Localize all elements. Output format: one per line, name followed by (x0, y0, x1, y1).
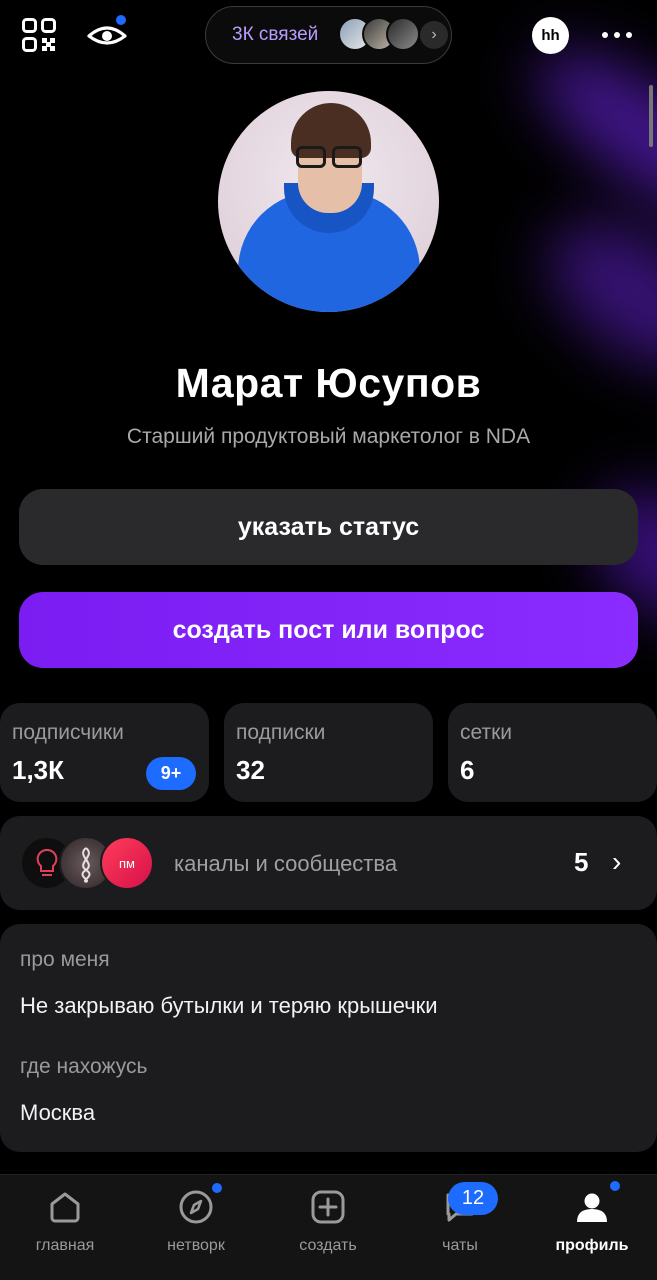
nav-home-label: главная (35, 1237, 95, 1254)
nav-network[interactable]: нетворк (141, 1183, 251, 1255)
networks-count: 6 (460, 755, 475, 785)
following-label: подписки (236, 721, 326, 744)
bottom-nav: главная нетворк создать 12 чаты профиль (0, 1174, 657, 1280)
location-heading: где нахожусь (20, 1055, 148, 1078)
qr-code-icon[interactable] (22, 18, 56, 52)
compass-icon (178, 1183, 222, 1225)
avatar-glasses (296, 146, 364, 170)
connections-text: 3К связей (232, 24, 319, 45)
nav-create-label: создать (299, 1237, 357, 1254)
channels-count: 5 (574, 847, 589, 877)
profile-avatar[interactable] (218, 91, 439, 312)
scrollbar[interactable] (649, 85, 653, 147)
nav-network-label: нетворк (167, 1237, 225, 1254)
home-icon (47, 1189, 83, 1225)
profile-icon (574, 1181, 620, 1225)
more-options-icon[interactable] (602, 28, 632, 42)
about-heading: про меня (20, 948, 110, 971)
notification-dot (116, 15, 126, 25)
top-bar: 3К связей › hh (0, 0, 657, 70)
channel-avatar-pm: пм (100, 836, 154, 890)
connections-pill[interactable]: 3К связей › (205, 6, 452, 64)
create-post-button[interactable]: создать пост или вопрос (19, 592, 638, 668)
nav-create[interactable]: создать (273, 1189, 383, 1255)
chevron-right-icon: › (420, 21, 448, 49)
chevron-right-icon: › (612, 846, 622, 877)
networks-label: сетки (460, 721, 513, 744)
profile-title: Старший продуктовый маркетолог в NDA (126, 425, 531, 448)
nav-chats[interactable]: 12 чаты (405, 1182, 515, 1255)
nav-profile[interactable]: профиль (537, 1181, 647, 1255)
nav-chats-label: чаты (442, 1237, 478, 1254)
following-count: 32 (236, 755, 265, 785)
networks-card[interactable]: сетки 6 (448, 703, 657, 802)
nav-home[interactable]: главная (10, 1189, 120, 1255)
avatar (386, 17, 420, 51)
channels-row[interactable]: пм каналы и сообщества 5 › (0, 816, 657, 910)
nav-profile-label: профиль (555, 1237, 629, 1254)
about-card: про меня Не закрываю бутылки и теряю кры… (0, 924, 657, 1152)
channels-label: каналы и сообщества (174, 851, 398, 876)
followers-label: подписчики (12, 721, 124, 744)
plus-square-icon (310, 1189, 346, 1225)
notification-dot (610, 1181, 620, 1191)
chats-unread-badge: 12 (448, 1182, 498, 1215)
chat-icon: 12 (442, 1182, 498, 1225)
eye-icon[interactable] (86, 15, 128, 52)
followers-card[interactable]: подписчики 1,3К 9+ (0, 703, 209, 802)
set-status-button[interactable]: указать статус (19, 489, 638, 565)
hh-logo-button[interactable]: hh (532, 17, 569, 54)
about-text: Не закрываю бутылки и теряю крышечки (20, 993, 438, 1018)
new-followers-badge: 9+ (146, 757, 196, 790)
location-text: Москва (20, 1100, 96, 1125)
following-card[interactable]: подписки 32 (224, 703, 433, 802)
profile-name: Марат Юсупов (175, 360, 482, 406)
notification-dot (212, 1183, 222, 1193)
